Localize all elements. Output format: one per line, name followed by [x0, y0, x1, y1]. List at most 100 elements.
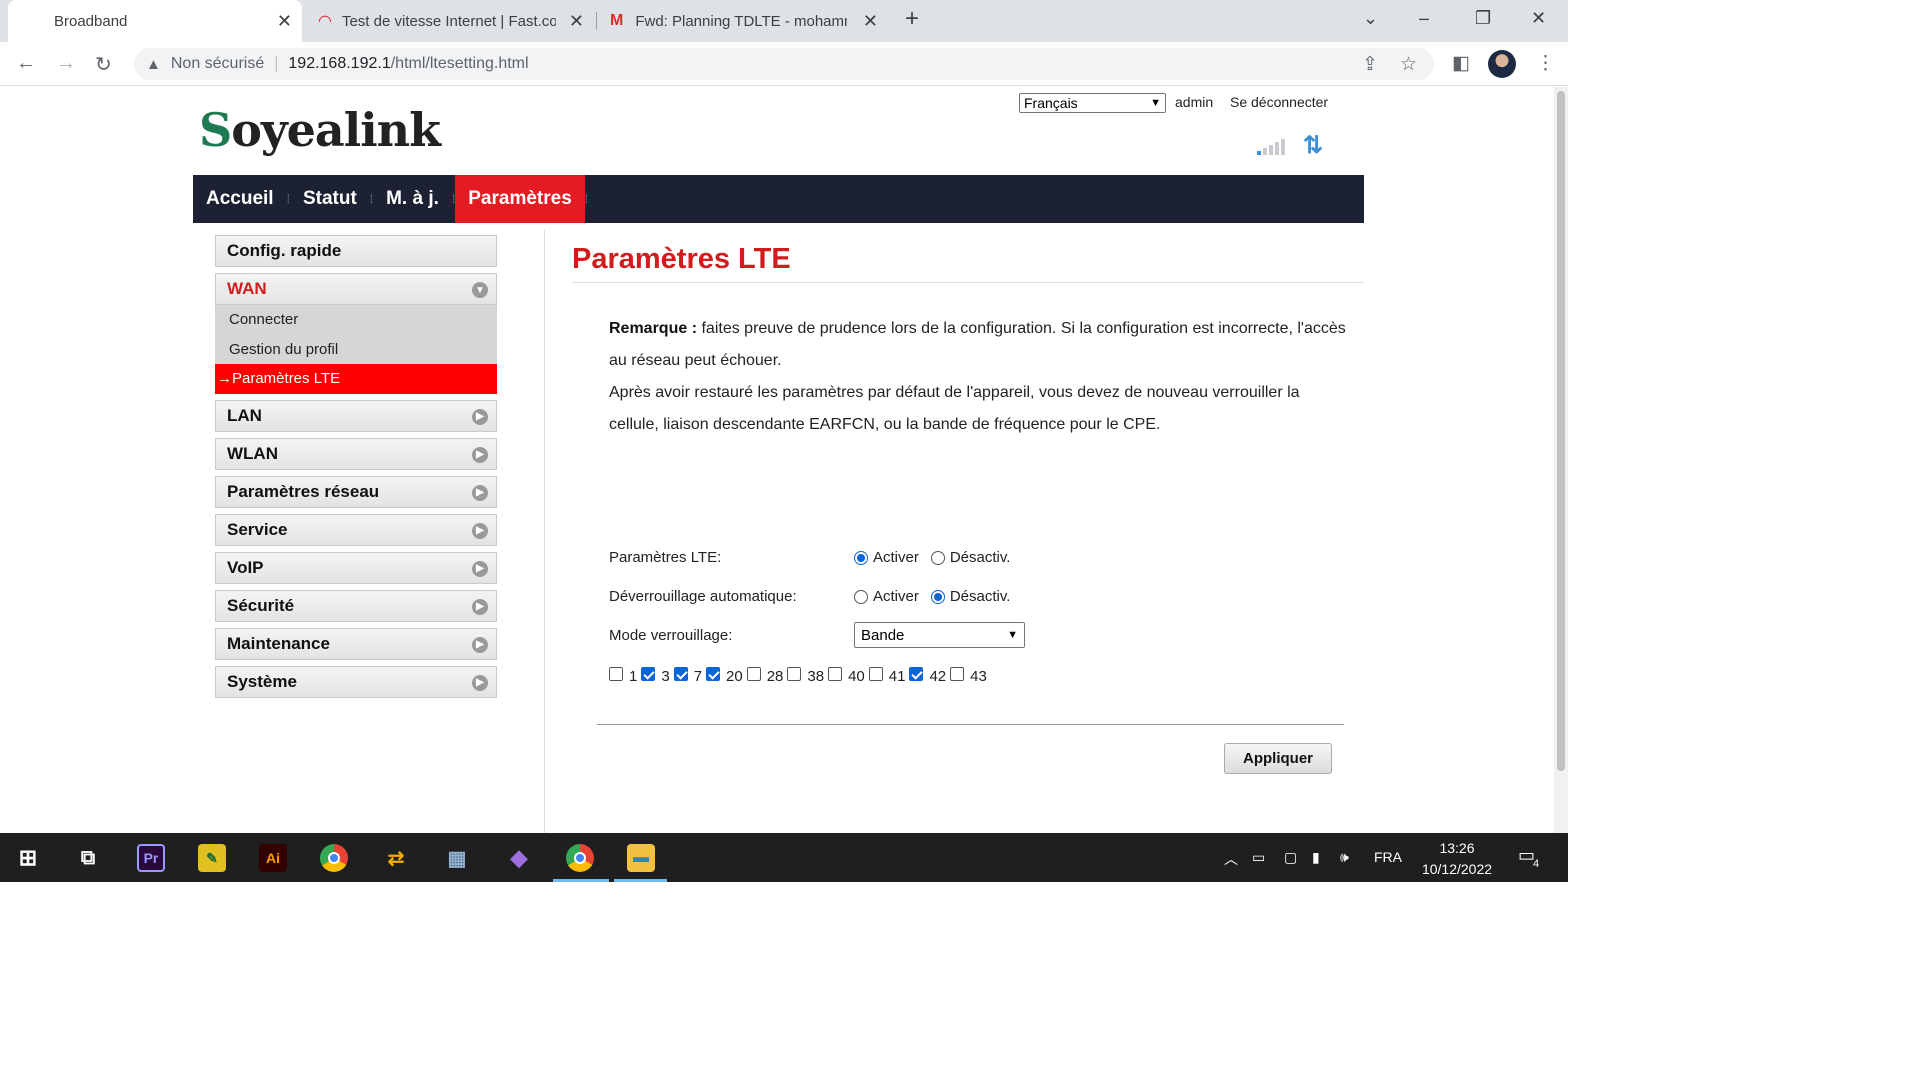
back-icon[interactable]: ←	[16, 52, 36, 75]
sidebar-item-voip[interactable]: VoIP ▶	[215, 551, 497, 584]
band-checkbox[interactable]	[609, 667, 623, 681]
scrollbar[interactable]	[1554, 87, 1568, 833]
sidebar-item-network[interactable]: Paramètres réseau ▶	[215, 475, 497, 508]
logout-link[interactable]: Se déconnecter	[1230, 94, 1328, 110]
band-label: 7	[693, 668, 703, 685]
side-panel-icon[interactable]: ◧	[1452, 52, 1470, 75]
band-checkboxes: 1 3 7 20 28 38 40 41 42 43	[609, 667, 991, 685]
band-checkbox[interactable]	[706, 667, 721, 681]
unlock-enable-radio[interactable]	[854, 589, 868, 604]
tab-broadband[interactable]: Broadband ✕	[8, 0, 302, 42]
browser-tab-bar: Broadband ✕ ◠ Test de vitesse Internet |…	[0, 0, 1568, 42]
sidebar-item-quick-config[interactable]: Config. rapide	[215, 235, 497, 267]
chrome-profile-icon[interactable]	[566, 844, 594, 872]
close-icon[interactable]: ✕	[569, 11, 584, 32]
sidebar-item-lan[interactable]: LAN ▶	[215, 399, 497, 432]
menu-accueil[interactable]: Accueil	[193, 175, 287, 223]
lte-enable-radio[interactable]	[854, 550, 868, 565]
chevron-up-icon[interactable]: ︿	[1224, 849, 1238, 869]
band-checkbox[interactable]	[787, 667, 802, 681]
chevron-down-icon[interactable]: ⌄	[1363, 8, 1378, 29]
page-title: Paramètres LTE	[572, 235, 1364, 283]
illustrator-icon[interactable]: Ai	[259, 844, 287, 872]
windows-start-icon[interactable]: ⊞	[14, 844, 42, 872]
language-indicator[interactable]: FRA	[1374, 849, 1402, 865]
battery-icon[interactable]: ▮	[1312, 849, 1320, 866]
tab-fast[interactable]: ◠ Test de vitesse Internet | Fast.com ✕	[306, 0, 594, 42]
band-checkbox[interactable]	[950, 667, 965, 681]
band-checkbox[interactable]	[828, 667, 843, 681]
app-icon[interactable]: ✎	[198, 844, 226, 872]
chrome-icon[interactable]	[320, 844, 348, 872]
forward-icon[interactable]: →	[56, 52, 76, 75]
sidebar-subitem-connecter[interactable]: Connecter	[215, 305, 497, 335]
chevron-right-icon: ▶	[472, 598, 488, 615]
close-icon[interactable]: ✕	[277, 11, 292, 32]
lte-disable-radio[interactable]	[930, 550, 945, 565]
tab-separator	[596, 12, 597, 30]
menu-separator: ⁞	[584, 192, 589, 206]
volume-icon[interactable]: 🕪	[1340, 849, 1349, 866]
menu-dots-icon[interactable]: ⋮	[1536, 52, 1555, 75]
warning-icon: ▲	[146, 55, 161, 73]
file-explorer-icon[interactable]: ▬	[627, 844, 655, 872]
band-item: 40	[828, 667, 865, 685]
sidebar-item-wan[interactable]: WAN ▼	[215, 273, 497, 305]
visual-studio-icon[interactable]: ◆	[505, 844, 533, 872]
minimize-icon[interactable]: –	[1419, 8, 1429, 29]
app-icon[interactable]: ▦	[443, 844, 471, 872]
task-view-icon[interactable]: ⧉	[74, 844, 102, 872]
sidebar-item-wlan[interactable]: WLAN ▶	[215, 437, 497, 470]
sidebar-item-service[interactable]: Service ▶	[215, 513, 497, 546]
lock-mode-select[interactable]: Bande ▼	[854, 622, 1025, 648]
router-page: Soyealink Français ▼ admin Se déconnecte…	[0, 87, 1554, 833]
scrollbar-thumb[interactable]	[1557, 91, 1565, 771]
sidebar-item-security[interactable]: Sécurité ▶	[215, 589, 497, 622]
close-window-icon[interactable]: ✕	[1531, 8, 1546, 29]
close-icon[interactable]: ✕	[863, 11, 878, 32]
sidebar-subitem-profil[interactable]: Gestion du profil	[215, 335, 497, 365]
band-checkbox[interactable]	[641, 667, 656, 681]
menu-statut[interactable]: Statut	[290, 175, 370, 223]
sidebar-item-maintenance[interactable]: Maintenance ▶	[215, 627, 497, 660]
premiere-pro-icon[interactable]: Pr	[137, 844, 165, 872]
band-item: 38	[787, 667, 824, 685]
content-divider	[544, 229, 545, 833]
unlock-disable-radio[interactable]	[930, 589, 945, 604]
band-label: 40	[848, 668, 865, 685]
sidebar-subitem-lte[interactable]: →Paramètres LTE	[215, 364, 497, 394]
clock[interactable]: 13:26 10/12/2022	[1412, 838, 1502, 880]
chevron-right-icon: ▶	[472, 674, 488, 691]
signal-strength-icon	[1257, 137, 1285, 155]
reload-icon[interactable]: ↻	[95, 52, 112, 77]
share-icon[interactable]: ⇪	[1362, 53, 1378, 76]
lock-mode-label: Mode verrouillage:	[609, 627, 733, 644]
band-checkbox[interactable]	[673, 667, 688, 681]
remark-body-2: Après avoir restauré les paramètres par …	[609, 384, 1300, 433]
band-checkbox[interactable]	[746, 667, 761, 681]
auto-unlock-label: Déverrouillage automatique:	[609, 588, 797, 605]
menu-parametres[interactable]: Paramètres	[455, 175, 585, 223]
tab-gmail[interactable]: M Fwd: Planning TDLTE - mohammed ✕	[598, 0, 888, 42]
band-label: 41	[888, 668, 906, 685]
new-tab-button[interactable]: +	[905, 5, 919, 33]
sidebar-item-label: WLAN	[227, 443, 278, 463]
chevron-down-icon: ▼	[472, 282, 488, 298]
sidebar-item-system[interactable]: Système ▶	[215, 665, 497, 698]
tab-title: Test de vitesse Internet | Fast.com	[341, 12, 556, 30]
url-input[interactable]: ▲ Non sécurisé | 192.168.192.1/html/ltes…	[134, 48, 1434, 80]
network-icon[interactable]: ▭	[1252, 849, 1265, 866]
active-app-indicator	[553, 879, 609, 882]
apply-button[interactable]: Appliquer	[1224, 743, 1332, 774]
band-checkbox[interactable]	[909, 667, 924, 681]
star-icon[interactable]: ☆	[1400, 53, 1417, 76]
language-select[interactable]: Français ▼	[1019, 93, 1166, 113]
menu-maj[interactable]: M. à j.	[373, 175, 452, 223]
avatar[interactable]	[1488, 50, 1516, 78]
app-icon[interactable]: ⇄	[382, 844, 410, 872]
sidebar-item-label: Paramètres réseau	[227, 481, 380, 501]
restore-icon[interactable]: ❐	[1475, 8, 1491, 29]
address-bar: ← → ↻ ▲ Non sécurisé | 192.168.192.1/htm…	[0, 42, 1568, 86]
meet-icon[interactable]: ▢	[1284, 849, 1297, 866]
band-checkbox[interactable]	[868, 667, 883, 681]
